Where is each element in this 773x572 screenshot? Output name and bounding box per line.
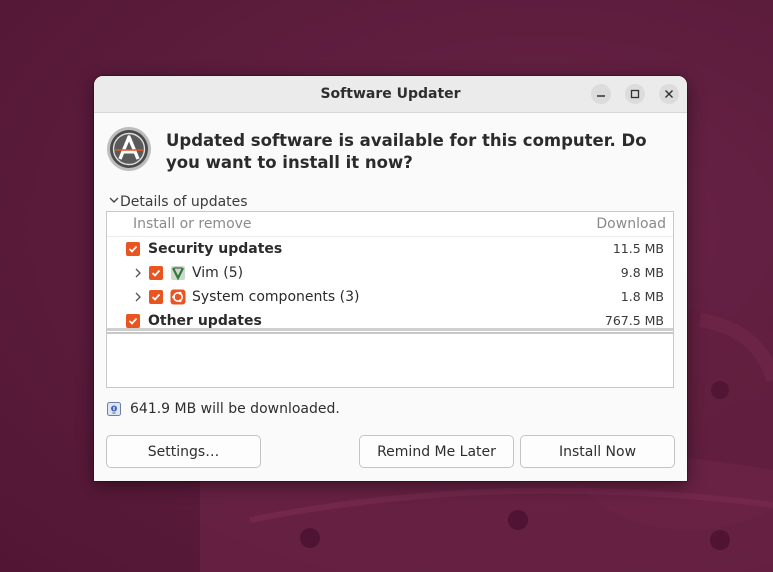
close-button[interactable] xyxy=(659,84,679,104)
checkbox-vim[interactable] xyxy=(149,266,163,280)
checkbox-system-components[interactable] xyxy=(149,290,163,304)
column-header-download[interactable]: Download xyxy=(596,216,666,232)
software-updater-window: Software Updater Updated software is ava… xyxy=(94,76,687,481)
vim-icon xyxy=(171,266,185,281)
software-updater-icon xyxy=(107,127,151,171)
checkbox-security-updates[interactable] xyxy=(126,242,140,256)
row-size: 767.5 MB xyxy=(604,313,664,328)
row-label: Other updates xyxy=(148,313,262,329)
update-description-pane xyxy=(106,333,674,388)
update-available-message: Updated software is available for this c… xyxy=(166,131,647,172)
checkmark-icon xyxy=(151,269,161,277)
close-icon xyxy=(665,90,673,98)
download-icon xyxy=(107,402,121,416)
checkmark-icon xyxy=(128,245,138,253)
row-label: Security updates xyxy=(148,241,283,257)
chevron-down-icon xyxy=(108,192,120,212)
tree-row-security-updates[interactable]: Security updates 11.5 MB xyxy=(107,237,673,261)
row-label: System components (3) xyxy=(192,289,360,305)
title-bar[interactable]: Software Updater xyxy=(94,76,687,113)
row-label: Vim (5) xyxy=(192,265,244,281)
maximize-icon xyxy=(630,89,640,99)
tree-row-system-components[interactable]: System components (3) 1.8 MB xyxy=(107,285,673,309)
details-expander[interactable]: Details of updates xyxy=(108,192,248,212)
checkmark-icon xyxy=(151,293,161,301)
checkbox-other-updates[interactable] xyxy=(126,314,140,328)
row-size: 9.8 MB xyxy=(620,265,664,280)
tree-header: Install or remove Download xyxy=(107,212,673,237)
column-header-install[interactable]: Install or remove xyxy=(133,216,252,232)
row-size: 11.5 MB xyxy=(612,241,664,256)
row-size: 1.8 MB xyxy=(620,289,664,304)
checkmark-icon xyxy=(128,317,138,325)
remind-me-later-button[interactable]: Remind Me Later xyxy=(359,435,514,468)
pane-resize-handle[interactable] xyxy=(107,328,673,331)
minimize-button[interactable] xyxy=(591,84,611,104)
download-size-text: 641.9 MB will be downloaded. xyxy=(130,401,340,417)
minimize-icon xyxy=(597,95,605,97)
details-label: Details of updates xyxy=(120,194,248,210)
maximize-button[interactable] xyxy=(625,84,645,104)
updates-tree[interactable]: Install or remove Download Security upda… xyxy=(106,211,674,333)
chevron-right-icon[interactable] xyxy=(133,291,143,303)
settings-button[interactable]: Settings… xyxy=(106,435,261,468)
ubuntu-icon xyxy=(170,289,186,305)
tree-row-vim[interactable]: Vim (5) 9.8 MB xyxy=(107,261,673,285)
chevron-right-icon[interactable] xyxy=(133,267,143,279)
install-now-button[interactable]: Install Now xyxy=(520,435,675,468)
